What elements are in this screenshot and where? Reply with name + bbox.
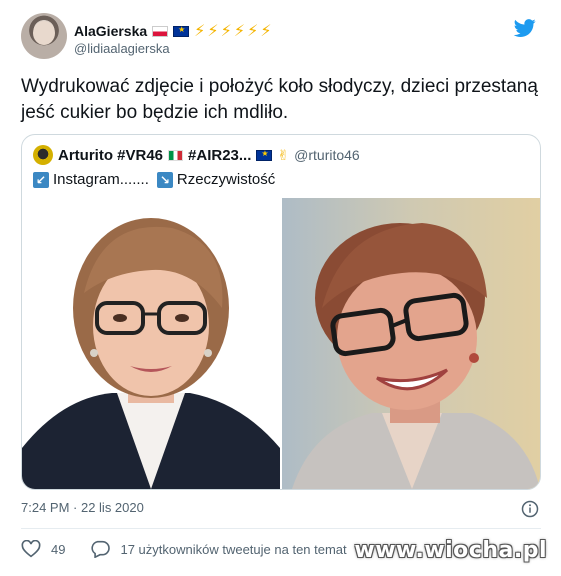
quoted-handle[interactable]: @rturito46 — [294, 147, 360, 163]
footer-divider — [21, 528, 541, 529]
watermark: www.wiocha.pl — [354, 538, 547, 563]
tweet-card: AlaGierska ⚡⚡⚡⚡⚡⚡ @lidiaalagierska Wydru… — [0, 0, 561, 576]
instagram-photo[interactable] — [22, 198, 280, 489]
author-avatar[interactable] — [21, 13, 67, 59]
author-handle[interactable]: @lidiaalagierska — [74, 41, 170, 56]
twitter-bird-icon[interactable] — [513, 17, 537, 39]
like-action[interactable]: 49 — [21, 540, 65, 558]
reply-action[interactable]: 17 użytkowników tweetuje na ten temat — [90, 540, 347, 558]
quoted-tweet[interactable]: Arturito #VR46 #AIR23... ✌ @rturito46 ↙ … — [21, 134, 541, 490]
heart-icon[interactable] — [21, 540, 41, 558]
lightning-bolts-icon: ⚡⚡⚡⚡⚡⚡ — [194, 23, 274, 40]
quoted-photos — [22, 198, 540, 489]
quoted-text: ↙ Instagram....... ↘ Rzeczywistość — [33, 171, 275, 188]
quoted-header: Arturito #VR46 #AIR23... ✌ @rturito46 — [33, 145, 360, 165]
reality-photo[interactable] — [282, 198, 540, 489]
instagram-label: Instagram....... — [53, 171, 149, 188]
woman-smiling-icon — [282, 198, 540, 489]
reply-icon[interactable] — [90, 540, 111, 558]
quoted-name-suffix: #AIR23... — [188, 146, 252, 164]
eu-flag-icon — [256, 149, 273, 161]
replies-text[interactable]: 17 użytkowników tweetuje na ten temat — [120, 542, 346, 557]
reality-label: Rzeczywistość — [176, 171, 276, 188]
tweet-actions: 49 17 użytkowników tweetuje na ten temat — [21, 540, 347, 558]
author-display-name[interactable]: AlaGierska — [74, 23, 147, 39]
author-name-row: AlaGierska ⚡⚡⚡⚡⚡⚡ — [74, 21, 274, 41]
like-count: 49 — [51, 541, 66, 557]
quoted-display-name[interactable]: Arturito #VR46 — [58, 147, 163, 164]
poland-flag-icon — [152, 25, 169, 37]
italy-flag-icon — [168, 149, 184, 161]
info-icon[interactable] — [521, 500, 539, 518]
arrow-down-left-icon: ↙ — [33, 171, 49, 188]
woman-portrait-icon — [22, 198, 280, 489]
tweet-text: Wydrukować zdjęcie i położyć koło słodyc… — [21, 76, 538, 123]
eu-flag-icon — [173, 25, 190, 37]
tweet-header: AlaGierska ⚡⚡⚡⚡⚡⚡ @lidiaalagierska — [21, 13, 541, 61]
victory-hand-icon: ✌ — [277, 146, 290, 163]
tweet-timestamp[interactable]: 7:24 PM · 22 lis 2020 — [21, 500, 144, 515]
quoted-avatar[interactable] — [33, 145, 53, 165]
arrow-down-right-icon: ↘ — [156, 171, 173, 188]
